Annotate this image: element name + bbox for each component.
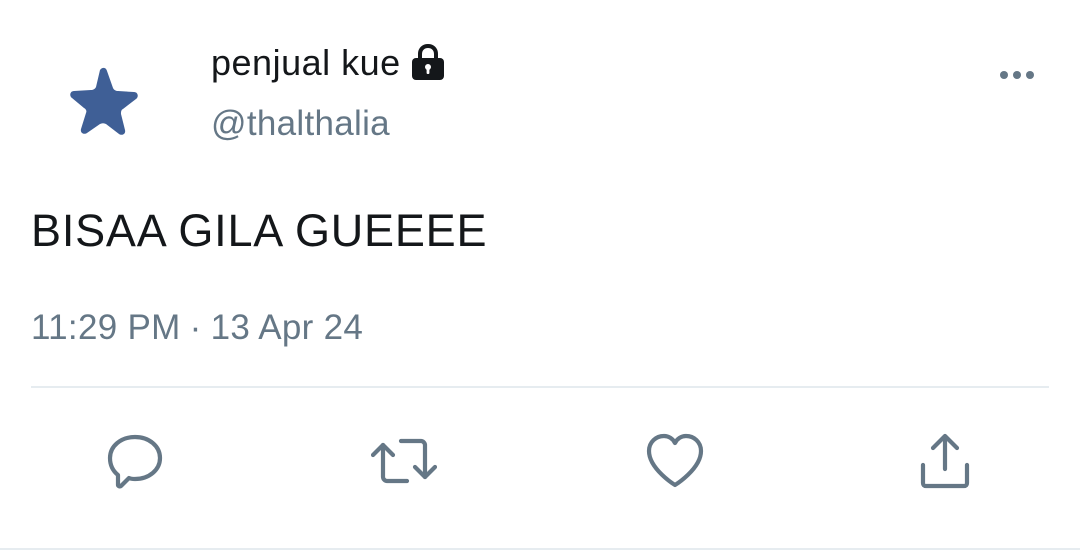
tweet-text: BISAA GILA GUEEEE [31, 205, 488, 256]
retweet-icon [371, 438, 437, 484]
tweet-timestamp[interactable]: 11:29 PM · 13 Apr 24 [31, 308, 363, 348]
user-handle[interactable]: @thalthalia [211, 104, 390, 144]
display-name[interactable]: penjual kue [211, 42, 401, 84]
more-options-icon[interactable] [996, 62, 1040, 88]
lock-icon [409, 43, 447, 83]
reply-icon [107, 434, 163, 489]
like-icon [646, 433, 704, 488]
meta-separator: · [189, 308, 202, 347]
avatar[interactable] [62, 62, 146, 146]
star-avatar-icon [70, 67, 138, 135]
retweet-button[interactable] [371, 428, 437, 494]
share-button[interactable] [912, 428, 978, 494]
tweet-time: 11:29 PM [31, 308, 181, 347]
reply-button[interactable] [102, 428, 168, 494]
divider [31, 386, 1049, 388]
share-icon [920, 433, 970, 489]
like-button[interactable] [642, 428, 708, 494]
tweet-card: penjual kue @thalthalia BISAA GILA GUEEE… [0, 0, 1080, 552]
author-name-row: penjual kue [211, 40, 447, 86]
tweet-date: 13 Apr 24 [210, 308, 364, 347]
bottom-divider [0, 548, 1080, 550]
